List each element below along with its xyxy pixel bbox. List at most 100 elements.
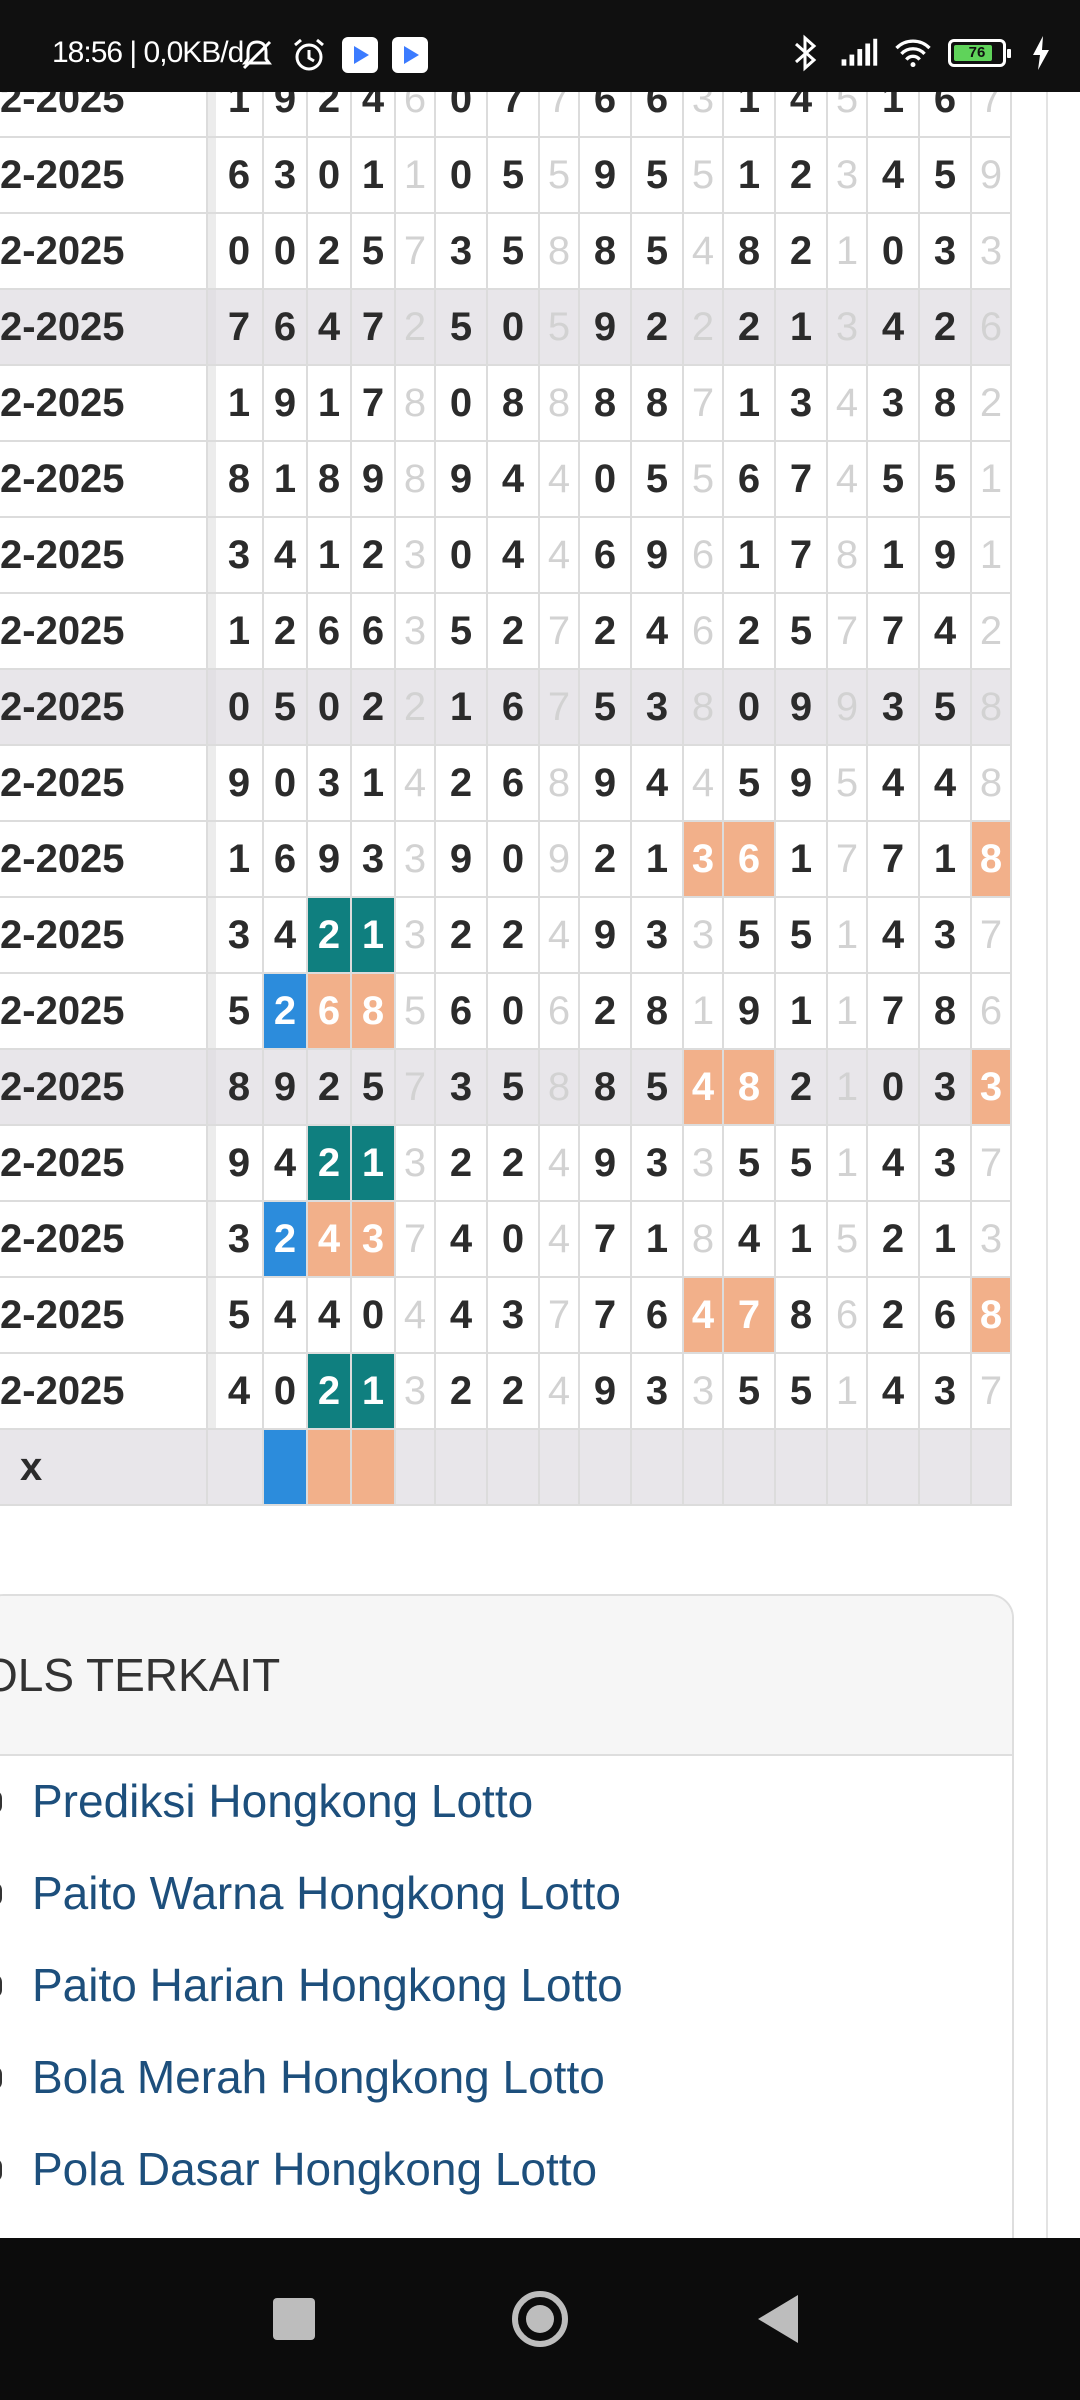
digit-cell: 2 (264, 974, 308, 1050)
list-item: Bola Merah Hongkong Lotto (0, 2032, 1012, 2124)
digit-cell: 9 (436, 822, 488, 898)
digit-cell: 9 (436, 442, 488, 518)
digit-cell: 7 (396, 214, 436, 290)
link-paito-warna[interactable]: Paito Warna Hongkong Lotto (32, 1866, 621, 1920)
digit-cell: 0 (264, 214, 308, 290)
column-separator (208, 366, 216, 442)
digit-cell: 4 (724, 1202, 776, 1278)
digit-cell: 5 (776, 898, 828, 974)
alarm-icon (290, 36, 328, 74)
digit-cell: 0 (580, 442, 632, 518)
back-button[interactable] (718, 2238, 838, 2400)
bullet-icon (0, 1882, 2, 1906)
row-date: 2-2025 (0, 366, 208, 442)
link-paito-harian[interactable]: Paito Harian Hongkong Lotto (32, 1958, 623, 2012)
digit-cell: 5 (632, 214, 684, 290)
digit-cell: 7 (724, 1278, 776, 1354)
digit-cell: 2 (396, 290, 436, 366)
digit-cell: 9 (632, 518, 684, 594)
digit-cell: 9 (828, 670, 868, 746)
status-bar: 18:56 | 0,0KB/d 76 (0, 0, 1080, 92)
column-separator (208, 670, 216, 746)
footer-cell (972, 1430, 1012, 1506)
digit-cell: 9 (776, 746, 828, 822)
digit-cell: 7 (868, 594, 920, 670)
digit-cell: 3 (776, 366, 828, 442)
digit-cell: 5 (828, 92, 868, 138)
digit-cell: 3 (632, 1354, 684, 1430)
digit-cell: 7 (216, 290, 264, 366)
digit-cell: 1 (724, 138, 776, 214)
link-pola-dasar[interactable]: Pola Dasar Hongkong Lotto (32, 2142, 597, 2196)
row-date: 2-2025 (0, 138, 208, 214)
page-content[interactable]: 2-2025 1 9 2 4 6 0 7 7 6 6 3 1 4 5 1 6 7 2-2025 6 3 0 1 1 0 5 5 9 5 5… (0, 92, 1080, 2238)
digit-cell: 8 (396, 442, 436, 518)
digit-cell: 3 (308, 746, 352, 822)
digit-cell: 2 (724, 290, 776, 366)
digit-cell: 9 (580, 290, 632, 366)
link-prediksi[interactable]: Prediksi Hongkong Lotto (32, 1774, 533, 1828)
digit-cell: 9 (580, 898, 632, 974)
digit-cell: 2 (436, 746, 488, 822)
digit-cell: 1 (352, 898, 396, 974)
digit-cell: 1 (868, 518, 920, 594)
scrollbar[interactable] (1046, 92, 1048, 2238)
list-item: Paito Harian Hongkong Lotto (0, 1940, 1012, 2032)
footer-cell (868, 1430, 920, 1506)
bluetooth-icon (786, 34, 824, 72)
recents-button[interactable] (234, 2238, 354, 2400)
digit-cell: 1 (776, 1202, 828, 1278)
digit-cell: 2 (776, 138, 828, 214)
digit-cell: 7 (540, 594, 580, 670)
digit-cell: 1 (216, 822, 264, 898)
digit-cell: 3 (436, 214, 488, 290)
digit-cell: 2 (632, 290, 684, 366)
digit-cell: 8 (352, 974, 396, 1050)
digit-cell: 1 (776, 822, 828, 898)
footer-cell (724, 1430, 776, 1506)
digit-cell: 0 (868, 1050, 920, 1126)
digit-cell: 9 (264, 1050, 308, 1126)
footer-cell (396, 1430, 436, 1506)
related-tools-card: OLS TERKAIT Prediksi Hongkong Lotto Pait… (0, 1594, 1014, 2238)
digit-cell: 6 (488, 746, 540, 822)
digit-cell: 4 (540, 1126, 580, 1202)
digit-cell: 3 (632, 898, 684, 974)
digit-cell: 5 (540, 138, 580, 214)
play-store-icon (392, 37, 428, 73)
home-button[interactable] (480, 2238, 600, 2400)
row-date: 2-2025 (0, 974, 208, 1050)
row-date: 2-2025 (0, 1354, 208, 1430)
digit-cell: 5 (352, 214, 396, 290)
digit-cell: 5 (632, 1050, 684, 1126)
digit-cell: 4 (868, 746, 920, 822)
row-date: 2-2025 (0, 1202, 208, 1278)
back-icon (758, 2295, 798, 2343)
digit-cell: 3 (684, 92, 724, 138)
digit-cell: 7 (580, 1202, 632, 1278)
digit-cell: 6 (684, 594, 724, 670)
digit-cell: 3 (684, 1354, 724, 1430)
column-separator (208, 290, 216, 366)
digit-cell: 8 (972, 746, 1012, 822)
digit-cell: 9 (724, 974, 776, 1050)
row-date: 2-2025 (0, 1126, 208, 1202)
digit-cell: 4 (684, 214, 724, 290)
digit-cell: 7 (540, 92, 580, 138)
digit-cell: 6 (216, 138, 264, 214)
digit-cell: 2 (776, 1050, 828, 1126)
digit-cell: 4 (540, 1354, 580, 1430)
digit-cell: 4 (264, 1126, 308, 1202)
digit-cell: 1 (308, 366, 352, 442)
column-separator (208, 1126, 216, 1202)
digit-cell: 2 (684, 290, 724, 366)
link-bola-merah[interactable]: Bola Merah Hongkong Lotto (32, 2050, 605, 2104)
footer-cell (684, 1430, 724, 1506)
related-card-title: OLS TERKAIT (0, 1649, 281, 1701)
row-date: 2-2025 (0, 898, 208, 974)
digit-cell: 1 (352, 746, 396, 822)
digit-cell: 0 (308, 138, 352, 214)
digit-cell: 2 (352, 670, 396, 746)
digit-cell: 0 (488, 974, 540, 1050)
digit-cell: 7 (828, 594, 868, 670)
